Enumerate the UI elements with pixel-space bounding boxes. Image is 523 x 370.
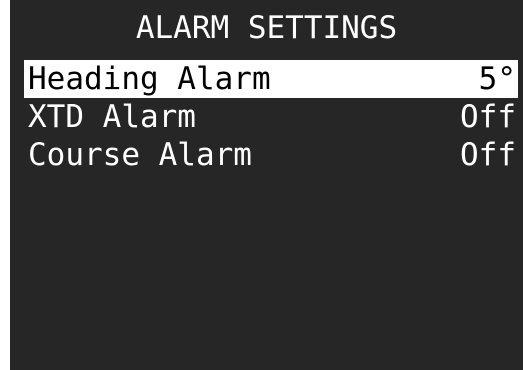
menu-item-value: Off bbox=[460, 137, 516, 173]
menu-item-label: Course Alarm bbox=[28, 137, 252, 173]
menu-item-label: Heading Alarm bbox=[28, 61, 271, 97]
menu-item-label: XTD Alarm bbox=[28, 99, 196, 135]
alarm-settings-screen: ALARM SETTINGS Heading Alarm 5° XTD Alar… bbox=[10, 0, 523, 370]
alarm-menu: Heading Alarm 5° XTD Alarm Off Course Al… bbox=[24, 60, 518, 174]
menu-item-value: 5° bbox=[478, 61, 516, 97]
screen-title: ALARM SETTINGS bbox=[135, 10, 398, 46]
menu-item-course-alarm[interactable]: Course Alarm Off bbox=[24, 136, 518, 174]
menu-item-xtd-alarm[interactable]: XTD Alarm Off bbox=[24, 98, 518, 136]
menu-item-value: Off bbox=[460, 99, 516, 135]
menu-item-heading-alarm[interactable]: Heading Alarm 5° bbox=[24, 60, 518, 98]
